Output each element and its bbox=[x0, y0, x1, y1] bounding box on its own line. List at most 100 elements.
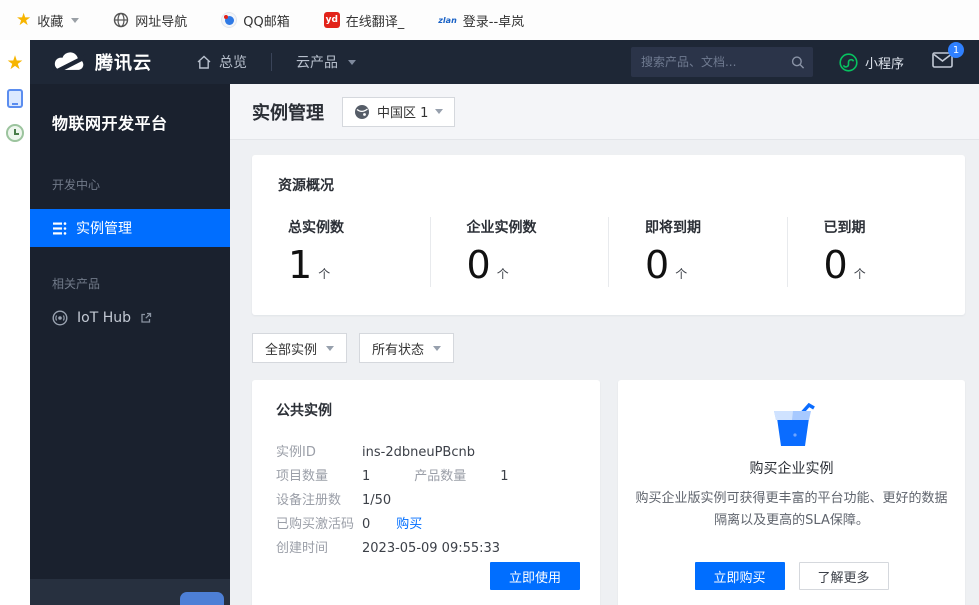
stat-label: 总实例数 bbox=[288, 217, 430, 237]
stat-value: 1 bbox=[288, 243, 312, 287]
nav-products[interactable]: 云产品 bbox=[296, 52, 356, 72]
sidebar-item-iot-hub[interactable]: IoT Hub bbox=[30, 310, 230, 326]
field-device-registrations: 设备注册数 1/50 bbox=[276, 494, 580, 508]
bookmark-nav-site[interactable]: 网址导航 bbox=[113, 11, 187, 30]
iot-hub-icon bbox=[52, 310, 68, 326]
sidebar-item-label: IoT Hub bbox=[77, 310, 131, 326]
screen-capture-icon[interactable] bbox=[7, 89, 23, 108]
stats-row: 总实例数 1 个 企业实例数 0 个 即将到期 0 个 bbox=[278, 217, 965, 287]
stat-unit: 个 bbox=[318, 265, 330, 282]
nav-miniprogram[interactable]: 小程序 bbox=[839, 53, 904, 72]
header-search[interactable] bbox=[631, 47, 813, 77]
external-link-icon bbox=[140, 312, 152, 324]
extension-strip: ★ bbox=[0, 40, 30, 605]
stat-label: 已到期 bbox=[824, 217, 966, 237]
sidebar-section-related-products: 相关产品 bbox=[30, 275, 230, 292]
filter-label: 所有状态 bbox=[372, 339, 424, 358]
page-title-bar: 实例管理 中国区 1 bbox=[230, 84, 979, 140]
bookmark-zlan-login[interactable]: zlan 登录--卓岚 bbox=[438, 11, 524, 30]
field-activation-codes: 已购买激活码 0 购买 bbox=[276, 518, 580, 532]
overview-card-title: 资源概况 bbox=[278, 175, 965, 195]
stat-label: 即将到期 bbox=[645, 217, 787, 237]
field-value: 1/50 bbox=[362, 494, 391, 508]
field-label: 设备注册数 bbox=[276, 494, 362, 508]
stat-enterprise-instances: 企业实例数 0 个 bbox=[430, 217, 609, 287]
field-instance-id: 实例ID ins-2dbneuPBcnb bbox=[276, 446, 580, 460]
field-created-time: 创建时间 2023-05-09 09:55:33 bbox=[276, 542, 580, 556]
stat-expired: 已到期 0 个 bbox=[787, 217, 966, 287]
bookmark-label: QQ邮箱 bbox=[243, 11, 289, 30]
chevron-down-icon bbox=[433, 346, 441, 351]
miniprogram-icon bbox=[839, 53, 858, 72]
shopping-bucket-icon bbox=[765, 402, 819, 448]
filter-status[interactable]: 所有状态 bbox=[359, 333, 454, 363]
filter-row: 全部实例 所有状态 bbox=[252, 333, 454, 363]
youdao-icon: yd bbox=[324, 12, 340, 28]
stat-unit: 个 bbox=[854, 265, 866, 282]
qq-mail-icon bbox=[221, 12, 237, 28]
page-title: 实例管理 bbox=[252, 99, 324, 125]
sidebar-item-instance-management[interactable]: 实例管理 bbox=[30, 209, 230, 247]
filter-instance-type[interactable]: 全部实例 bbox=[252, 333, 347, 363]
chevron-down-icon bbox=[348, 60, 356, 65]
bookmark-favorites[interactable]: ★ 收藏 bbox=[16, 11, 79, 30]
region-selector[interactable]: 中国区 1 bbox=[342, 97, 455, 127]
bookmark-qq-mail[interactable]: QQ邮箱 bbox=[221, 11, 289, 30]
nav-overview[interactable]: 总览 bbox=[196, 52, 247, 72]
instance-list-icon bbox=[52, 221, 67, 236]
assistant-mascot-icon[interactable] bbox=[180, 592, 224, 605]
stat-unit: 个 bbox=[675, 265, 687, 282]
region-globe-icon bbox=[354, 104, 370, 120]
field-label: 创建时间 bbox=[276, 542, 362, 556]
use-now-button[interactable]: 立即使用 bbox=[490, 562, 580, 590]
favorite-star-icon[interactable]: ★ bbox=[6, 54, 23, 73]
filter-label: 全部实例 bbox=[265, 339, 317, 358]
chevron-down-icon bbox=[71, 18, 79, 23]
tencent-cloud-logo[interactable]: 腾讯云 bbox=[52, 49, 152, 75]
field-label: 产品数量 bbox=[414, 470, 500, 484]
nav-overview-label: 总览 bbox=[219, 52, 247, 72]
learn-more-button[interactable]: 了解更多 bbox=[799, 562, 889, 590]
nav-messages[interactable]: 1 bbox=[932, 52, 953, 72]
sidebar-footer bbox=[30, 579, 230, 605]
stat-value: 0 bbox=[467, 243, 491, 287]
nav-divider bbox=[271, 53, 272, 71]
sidebar: 物联网开发平台 开发中心 实例管理 相关产品 IoT Hub bbox=[30, 84, 230, 605]
cloud-logo-icon bbox=[52, 51, 86, 73]
promo-description: 购买企业版实例可获得更丰富的平台功能、更好的数据隔离以及更高的SLA保障。 bbox=[631, 488, 953, 532]
chevron-down-icon bbox=[435, 109, 443, 114]
search-icon[interactable] bbox=[791, 55, 805, 70]
field-value: 2023-05-09 09:55:33 bbox=[362, 542, 500, 556]
resource-overview-card: 资源概况 总实例数 1 个 企业实例数 0 个 即将到期 0 bbox=[252, 155, 965, 315]
globe-icon bbox=[113, 12, 129, 28]
buy-now-button[interactable]: 立即购买 bbox=[695, 562, 785, 590]
nav-products-label: 云产品 bbox=[296, 52, 338, 72]
bookmark-label: 收藏 bbox=[37, 11, 63, 30]
buy-enterprise-card: 购买企业实例 购买企业版实例可获得更丰富的平台功能、更好的数据隔离以及更高的SL… bbox=[618, 380, 965, 605]
miniprogram-label: 小程序 bbox=[865, 53, 904, 72]
field-label: 项目数量 bbox=[276, 470, 362, 484]
stat-label: 企业实例数 bbox=[467, 217, 609, 237]
history-clock-icon[interactable] bbox=[6, 124, 24, 142]
promo-title: 购买企业实例 bbox=[750, 458, 834, 478]
field-value: 0 bbox=[362, 518, 370, 532]
stat-expiring-soon: 即将到期 0 个 bbox=[608, 217, 787, 287]
search-input[interactable] bbox=[641, 55, 791, 69]
stat-unit: 个 bbox=[497, 265, 509, 282]
field-value: 1 bbox=[500, 470, 508, 484]
browser-bookmark-bar: ★ 收藏 网址导航 QQ邮箱 yd 在线翻译_ zlan 登录--卓岚 bbox=[0, 0, 979, 40]
buy-activation-code-link[interactable]: 购买 bbox=[396, 518, 422, 532]
instance-card-title: 公共实例 bbox=[276, 400, 580, 420]
bookmark-label: 登录--卓岚 bbox=[463, 11, 524, 30]
field-label: 实例ID bbox=[276, 446, 362, 460]
sidebar-section-dev-center: 开发中心 bbox=[30, 176, 230, 193]
bookmark-label: 在线翻译_ bbox=[346, 11, 405, 30]
main-content: 实例管理 中国区 1 资源概况 总实例数 1 个 企业实例数 bbox=[230, 84, 979, 605]
bookmark-label: 网址导航 bbox=[135, 11, 187, 30]
chevron-down-icon bbox=[326, 346, 334, 351]
zlan-icon: zlan bbox=[438, 16, 457, 25]
console-header: 腾讯云 总览 云产品 小程序 1 bbox=[30, 40, 979, 84]
sidebar-product-title: 物联网开发平台 bbox=[30, 84, 230, 134]
bookmark-translate[interactable]: yd 在线翻译_ bbox=[324, 11, 405, 30]
sidebar-item-label: 实例管理 bbox=[76, 218, 132, 238]
